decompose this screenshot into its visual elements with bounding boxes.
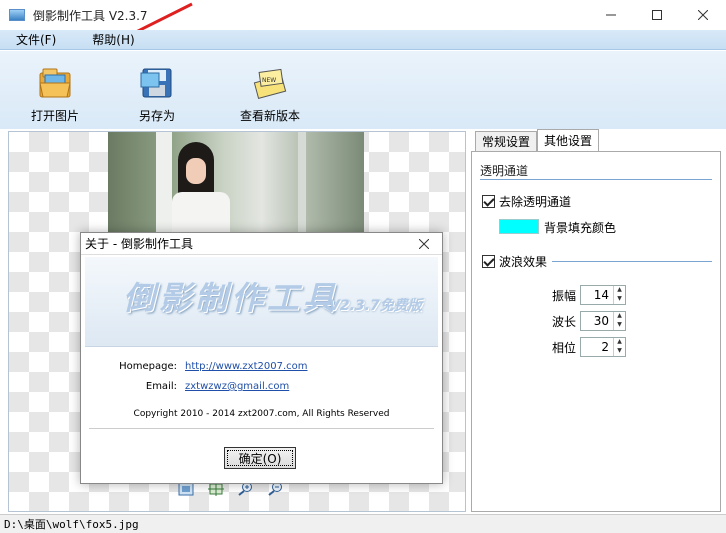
wave-section-divider [552, 261, 712, 262]
bg-fill-color-swatch[interactable] [499, 219, 539, 234]
about-dialog-title: 关于 - 倒影制作工具 [85, 237, 193, 251]
status-file-path: D:\桌面\wolf\fox5.jpg [4, 518, 139, 531]
phase-row: 相位 2 ▲ ▼ [550, 337, 626, 357]
amplitude-stepper[interactable]: 14 ▲ ▼ [580, 285, 626, 305]
about-dialog: 关于 - 倒影制作工具 倒影制作工具 V2.3.7免费版 Homepage: h… [80, 232, 443, 484]
ok-button[interactable]: 确定(O) [224, 447, 296, 469]
fit-view-icon[interactable] [178, 482, 194, 496]
amplitude-value[interactable]: 14 [581, 288, 613, 302]
about-dialog-titlebar: 关于 - 倒影制作工具 [81, 233, 442, 255]
homepage-link[interactable]: http://www.zxt2007.com [185, 361, 308, 372]
close-icon [698, 10, 708, 20]
save-disk-icon [139, 65, 175, 101]
minimize-button[interactable] [588, 0, 634, 30]
zoom-out-icon[interactable] [268, 482, 284, 496]
app-icon [9, 9, 25, 21]
settings-panel: 常规设置 其他设置 透明通道 去除透明通道 背景填充颜色 波浪效果 振幅 14 … [471, 129, 721, 512]
homepage-row: Homepage: http://www.zxt2007.com [81, 361, 308, 372]
check-update-label: 查看新版本 [240, 109, 301, 123]
dialog-divider [89, 428, 434, 429]
wavelength-value[interactable]: 30 [581, 314, 613, 328]
amplitude-row: 振幅 14 ▲ ▼ [550, 285, 626, 305]
tab-other[interactable]: 其他设置 [537, 129, 600, 151]
remove-alpha-row[interactable]: 去除透明通道 [482, 193, 571, 210]
phase-value[interactable]: 2 [581, 340, 613, 354]
view-tools [178, 482, 284, 496]
phase-label: 相位 [551, 340, 576, 355]
phase-stepper[interactable]: 2 ▲ ▼ [580, 337, 626, 357]
menu-file[interactable]: 文件(F) [8, 31, 64, 48]
save-as-label: 另存为 [139, 109, 176, 123]
wave-checkbox[interactable] [482, 255, 495, 268]
settings-tabs: 常规设置 其他设置 [475, 129, 600, 151]
maximize-icon [652, 10, 662, 20]
open-image-label: 打开图片 [31, 109, 80, 123]
remove-alpha-checkbox[interactable] [482, 195, 495, 208]
wavelength-label: 波长 [551, 314, 576, 329]
window-controls [588, 0, 726, 30]
actual-size-icon[interactable] [208, 482, 224, 496]
amplitude-label: 振幅 [551, 288, 576, 303]
spin-down-icon[interactable]: ▼ [614, 321, 625, 330]
check-update-button[interactable]: NEW 查看新版本 [240, 65, 300, 124]
copyright-text: Copyright 2010 - 2014 zxt2007.com, All R… [133, 409, 390, 419]
bg-fill-label: 背景填充颜色 [544, 221, 617, 235]
email-link[interactable]: zxtwzwz@gmail.com [185, 381, 289, 392]
svg-text:NEW: NEW [262, 77, 276, 84]
spin-up-icon[interactable]: ▲ [614, 312, 625, 321]
tab-general[interactable]: 常规设置 [475, 131, 538, 151]
open-folder-icon [37, 65, 73, 101]
zoom-in-icon[interactable] [238, 482, 254, 496]
status-bar: D:\桌面\wolf\fox5.jpg [0, 514, 726, 533]
section-divider [480, 179, 712, 180]
banner-title: 倒影制作工具 [123, 279, 340, 317]
maximize-button[interactable] [634, 0, 680, 30]
banner-version: V2.3.7免费版 [329, 298, 422, 314]
homepage-label: Homepage: [119, 361, 177, 372]
minimize-icon [606, 14, 616, 16]
wavelength-row: 波长 30 ▲ ▼ [550, 311, 626, 331]
transparent-section-title: 透明通道 [480, 164, 529, 178]
menu-bar: 文件(F) 帮助(H) [0, 30, 726, 50]
title-bar: 倒影制作工具 V2.3.7 [0, 0, 726, 30]
tab-other-body: 透明通道 去除透明通道 背景填充颜色 波浪效果 振幅 14 ▲ ▼ 波长 30 ▲… [471, 151, 721, 512]
wave-row[interactable]: 波浪效果 [482, 253, 547, 270]
remove-alpha-label: 去除透明通道 [499, 195, 572, 209]
about-dialog-close-button[interactable] [410, 233, 438, 255]
email-label: Email: [145, 381, 177, 392]
save-as-button[interactable]: 另存为 [139, 65, 175, 124]
close-button[interactable] [680, 0, 726, 30]
toolbar: 打开图片 另存为 NEW 查看新版本 [0, 51, 726, 129]
spin-down-icon[interactable]: ▼ [614, 295, 625, 304]
preview-image [108, 132, 364, 232]
wave-label: 波浪效果 [499, 255, 548, 269]
email-row: Email: zxtwzwz@gmail.com [81, 381, 289, 392]
wavelength-stepper[interactable]: 30 ▲ ▼ [580, 311, 626, 331]
close-icon [419, 239, 429, 249]
open-image-button[interactable]: 打开图片 [31, 65, 79, 124]
spin-down-icon[interactable]: ▼ [614, 347, 625, 356]
new-version-icon: NEW [252, 65, 288, 101]
spin-up-icon[interactable]: ▲ [614, 338, 625, 347]
about-banner: 倒影制作工具 V2.3.7免费版 [85, 257, 438, 347]
spin-up-icon[interactable]: ▲ [614, 286, 625, 295]
menu-help[interactable]: 帮助(H) [84, 31, 142, 48]
